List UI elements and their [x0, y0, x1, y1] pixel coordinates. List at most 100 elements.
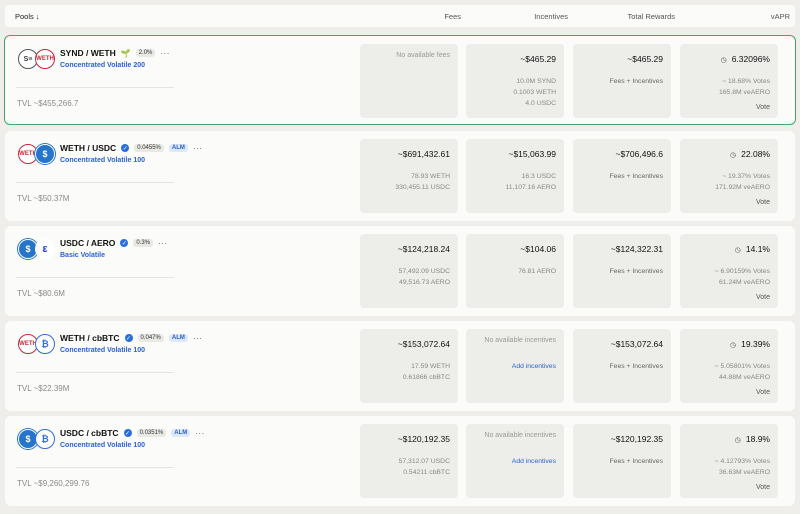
- rewards-cell: ~$120,192.35 Fees + Incentives: [573, 424, 671, 498]
- alm-badge: ALM: [171, 429, 191, 437]
- fees-total: ~$691,432.61: [397, 149, 450, 159]
- fee-amount: 57,492.09 USDC: [398, 268, 450, 275]
- veaero-amount: 44.88M veAERO: [719, 374, 770, 381]
- more-options-icon[interactable]: ···: [158, 239, 168, 248]
- cbbtc-token-icon: ₿: [35, 429, 55, 449]
- fees-total: ~$124,218.24: [397, 244, 450, 254]
- pool-type-link[interactable]: Concentrated Volatile 100: [60, 442, 145, 449]
- incentive-amount: 4.0 USDC: [525, 100, 556, 107]
- incentives-total: ~$465.29: [520, 54, 556, 64]
- pool-type-link[interactable]: Basic Volatile: [60, 252, 105, 259]
- pool-pair-name: USDC / cbBTC: [60, 428, 119, 438]
- vapr-value: 14.1%: [745, 244, 770, 254]
- pool-row-weth-cbbtc[interactable]: WETH ₿ WETH / cbBTC ✓ 0.047% ALM ··· Con…: [5, 321, 795, 411]
- pool-type-link[interactable]: Concentrated Volatile 100: [60, 347, 145, 354]
- verified-check-icon: ✓: [120, 239, 129, 247]
- vapr-header[interactable]: vAPR: [765, 12, 790, 21]
- vote-link[interactable]: Vote: [756, 294, 770, 301]
- fee-amount: 0.61866 cbBTC: [402, 374, 450, 381]
- pool-type-link[interactable]: Concentrated Volatile 100: [60, 157, 145, 164]
- vapr-cell: ◷ 19.39% ~ 5.05801% Votes 44.88M veAERO V…: [680, 329, 778, 403]
- fees-cell: ~$124,218.24 57,492.09 USDC 49,516.73 AE…: [360, 234, 458, 308]
- incentives-cell: No available incentives Add incentives: [466, 424, 564, 498]
- fees-total: ~$120,192.35: [397, 434, 450, 444]
- more-options-icon[interactable]: ···: [193, 144, 203, 153]
- sort-pools-header[interactable]: Pools ↓: [15, 12, 40, 21]
- pool-row-usdc-cbbtc[interactable]: $ ₿ USDC / cbBTC ✓ 0.0351% ALM ··· Conce…: [5, 416, 795, 506]
- vapr-value: 6.32096%: [731, 54, 770, 64]
- no-incentives-text: No available incentives: [484, 337, 556, 344]
- incentive-amount: 0.1003 WETH: [513, 89, 556, 96]
- fee-amount: 57,312.07 USDC: [398, 458, 450, 465]
- rewards-cell: ~$706,496.6 Fees + Incentives: [573, 139, 671, 213]
- divider: [16, 182, 174, 183]
- vapr-value: 22.08%: [741, 149, 770, 159]
- verified-check-icon: ✓: [121, 144, 130, 152]
- vote-link[interactable]: Vote: [756, 199, 770, 206]
- divider: [16, 467, 174, 468]
- incentives-cell: No available incentives Add incentives: [466, 329, 564, 403]
- more-options-icon[interactable]: ···: [193, 334, 203, 343]
- vote-link[interactable]: Vote: [756, 484, 770, 491]
- veaero-amount: 36.63M veAERO: [719, 469, 770, 476]
- votes-share: ~ 18.68% Votes: [722, 78, 770, 85]
- usdc-token-icon: $: [35, 144, 55, 164]
- more-options-icon[interactable]: ···: [195, 429, 205, 438]
- alm-badge: ALM: [168, 144, 188, 152]
- rewards-label: Fees + Incentives: [609, 458, 663, 465]
- clock-icon: ◷: [730, 152, 737, 159]
- vapr-cell: ◷ 18.9% ~ 4.12793% Votes 36.63M veAERO Vo…: [680, 424, 778, 498]
- table-header: Pools ↓ Fees Incentives Total Rewards vA…: [5, 5, 795, 27]
- incentives-total: ~$104.06: [520, 244, 556, 254]
- weth-token-icon: WETH: [35, 49, 55, 69]
- pool-row-usdc-aero[interactable]: $ ε USDC / AERO ✓ 0.3% ··· Basic Volatil…: [5, 226, 795, 316]
- veaero-amount: 171.92M veAERO: [715, 184, 770, 191]
- votes-share: ~ 6.90159% Votes: [714, 268, 770, 275]
- add-incentives-link[interactable]: Add incentives: [512, 363, 556, 370]
- verified-check-icon: ✓: [124, 334, 133, 342]
- add-incentives-link[interactable]: Add incentives: [512, 458, 556, 465]
- tvl-text: TVL ~$9,260,299.76: [17, 479, 90, 488]
- clock-icon: ◷: [734, 247, 741, 254]
- incentives-header[interactable]: Incentives: [525, 12, 568, 21]
- leaf-icon: 🌱: [120, 48, 131, 58]
- cbbtc-token-icon: ₿: [35, 334, 55, 354]
- rewards-label: Fees + Incentives: [609, 173, 663, 180]
- fees-cell: ~$120,192.35 57,312.07 USDC 0.54211 cbBT…: [360, 424, 458, 498]
- pool-pair-name: WETH / USDC: [60, 143, 117, 153]
- rewards-total: ~$120,192.35: [610, 434, 663, 444]
- vapr-value: 18.9%: [745, 434, 770, 444]
- fee-amount: 49,516.73 AERO: [398, 279, 450, 286]
- total-rewards-header[interactable]: Total Rewards: [625, 12, 675, 21]
- pool-row-weth-usdc[interactable]: WETH $ WETH / USDC ✓ 0.0455% ALM ··· Con…: [5, 131, 795, 221]
- fees-cell: ~$691,432.61 78.93 WETH 330,455.11 USDC: [360, 139, 458, 213]
- fees-cell: ~$153,072.64 17.59 WETH 0.61866 cbBTC: [360, 329, 458, 403]
- rewards-total: ~$465.29: [627, 54, 663, 64]
- rewards-cell: ~$153,072.64 Fees + Incentives: [573, 329, 671, 403]
- clock-icon: ◷: [720, 57, 727, 64]
- pool-row-synd-weth[interactable]: S≡ WETH SYND / WETH 🌱 2.0% ··· Concentra…: [4, 35, 796, 125]
- token-pair-icons: WETH ₿: [18, 334, 58, 356]
- veaero-amount: 165.8M veAERO: [719, 89, 770, 96]
- fee-badge: 0.0351%: [136, 429, 167, 437]
- vapr-value: 19.39%: [741, 339, 770, 349]
- no-fees-text: No available fees: [396, 52, 450, 59]
- fee-badge: 0.3%: [133, 239, 154, 247]
- rewards-cell: ~$124,322.31 Fees + Incentives: [573, 234, 671, 308]
- votes-share: ~ 5.05801% Votes: [714, 363, 770, 370]
- vapr-cell: ◷ 6.32096% ~ 18.68% Votes 165.8M veAERO V…: [680, 44, 778, 118]
- vote-link[interactable]: Vote: [756, 389, 770, 396]
- fees-total: ~$153,072.64: [397, 339, 450, 349]
- votes-share: ~ 19.37% Votes: [722, 173, 770, 180]
- aero-token-icon: ε: [35, 239, 55, 259]
- more-options-icon[interactable]: ···: [160, 49, 170, 58]
- incentive-amount: 76.81 AERO: [518, 268, 556, 275]
- divider: [16, 372, 174, 373]
- rewards-label: Fees + Incentives: [609, 363, 663, 370]
- token-pair-icons: S≡ WETH: [18, 49, 58, 71]
- vote-link[interactable]: Vote: [756, 104, 770, 111]
- pool-type-link[interactable]: Concentrated Volatile 200: [60, 62, 145, 69]
- fees-header[interactable]: Fees: [438, 12, 461, 21]
- fee-amount: 17.59 WETH: [411, 363, 450, 370]
- fee-amount: 330,455.11 USDC: [395, 184, 450, 191]
